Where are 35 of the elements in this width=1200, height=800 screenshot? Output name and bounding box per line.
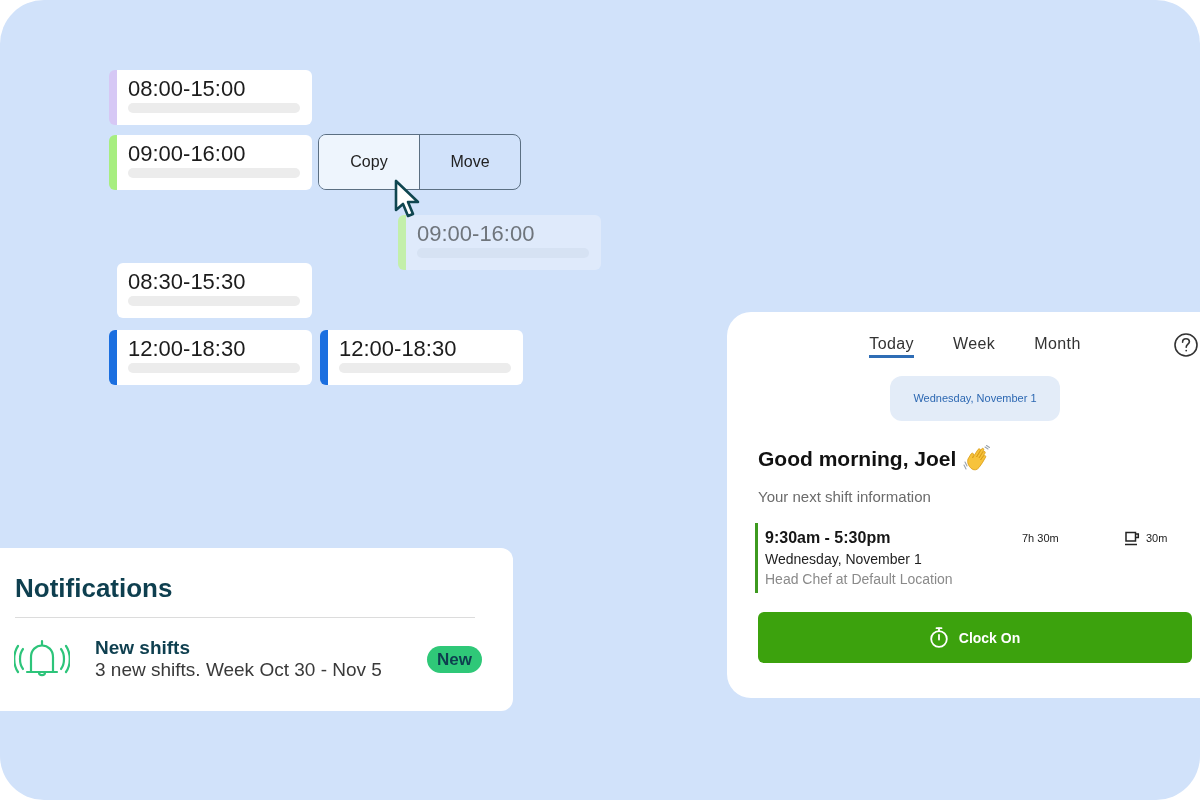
notification-text: 3 new shifts. Week Oct 30 - Nov 5 — [95, 659, 382, 681]
coffee-cup-icon — [1124, 530, 1140, 546]
period-tab[interactable]: Today — [869, 333, 914, 358]
notification-title: New shifts — [95, 637, 191, 659]
shift-card[interactable]: 08:30-15:30 — [117, 263, 312, 318]
section-subtitle: Your next shift information — [758, 488, 931, 506]
shift-card[interactable]: 12:00-18:30 — [117, 330, 312, 385]
mouse-pointer-icon — [394, 179, 421, 219]
shift-time: 09:00-16:00 — [417, 221, 535, 247]
period-tab[interactable]: Week — [953, 333, 996, 358]
period-tab[interactable]: Month — [1034, 333, 1081, 358]
shift-time: 08:00-15:00 — [128, 76, 246, 102]
shift-time: 09:00-16:00 — [128, 141, 246, 167]
shift-time: 08:30-15:30 — [128, 269, 246, 295]
shift-time: 12:00-18:30 — [339, 336, 457, 362]
new-badge: New — [427, 645, 482, 673]
waving-hand-icon — [963, 445, 991, 472]
stopwatch-icon — [929, 627, 948, 648]
dragged-shift-card[interactable]: 09:00-16:00 — [406, 215, 601, 270]
menu-option[interactable]: Move — [419, 135, 520, 189]
break-duration: 30m — [1146, 532, 1168, 544]
shift-date: Wednesday, November 1 — [765, 550, 922, 569]
shift-role: Head Chef at Default Location — [765, 570, 953, 589]
greeting: Good morning, Joel — [758, 445, 957, 472]
shift-card[interactable]: 12:00-18:30 — [328, 330, 523, 385]
shift-card[interactable]: 08:00-15:00 — [117, 70, 312, 125]
clock-on-label: Clock On — [958, 629, 1021, 646]
shift-time: 12:00-18:30 — [128, 336, 246, 362]
menu-option[interactable]: Copy — [319, 135, 419, 189]
notifications-title: Notifications — [15, 572, 173, 604]
date-pill: Wednesday, November 1 — [890, 376, 1060, 421]
shift-duration: 7h 30m — [1022, 532, 1059, 544]
shift-hours: 9:30am - 5:30pm — [765, 529, 891, 547]
shift-card[interactable]: 09:00-16:00 — [117, 135, 312, 190]
help-icon[interactable] — [1174, 333, 1198, 357]
